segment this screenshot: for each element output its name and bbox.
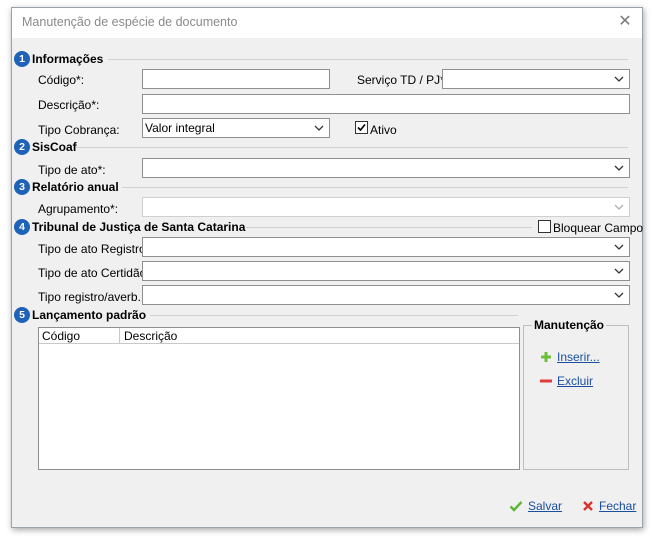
- codigo-label: Código*:: [38, 73, 85, 87]
- manutencao-group: Manutenção Inserir... Excluir: [523, 318, 629, 470]
- chevron-down-icon: [614, 244, 624, 250]
- chevron-down-icon: [614, 204, 624, 210]
- checkmark-icon: [509, 501, 523, 512]
- ativo-label: Ativo: [370, 123, 397, 137]
- inserir-label: Inserir...: [557, 350, 600, 364]
- chevron-down-icon: [614, 165, 624, 171]
- section-number-badge: 2: [14, 139, 30, 155]
- codigo-input[interactable]: [142, 69, 330, 89]
- close-icon[interactable]: ✕: [616, 13, 634, 31]
- servico-label: Serviço TD / PJ*:: [357, 73, 449, 87]
- chevron-down-icon: [614, 292, 624, 298]
- descricao-label: Descrição*:: [38, 98, 100, 112]
- agrupamento-select[interactable]: [142, 197, 630, 217]
- tipo-ato-label: Tipo de ato*:: [38, 163, 106, 177]
- section-divider: [150, 315, 518, 316]
- descricao-input[interactable]: [142, 94, 630, 114]
- ativo-checkbox[interactable]: [355, 121, 368, 134]
- section-siscoaf-header: 2 SisCoaf: [14, 139, 77, 155]
- chevron-down-icon: [614, 76, 624, 82]
- title-bar: Manutenção de espécie de documento ✕: [12, 8, 642, 38]
- section-number-badge: 4: [14, 219, 30, 235]
- tipo-registro-averb-label: Tipo registro/averb.:: [38, 290, 145, 304]
- section-title: Tribunal de Justiça de Santa Catarina: [32, 220, 246, 234]
- section-divider: [246, 227, 532, 228]
- lancamento-grid[interactable]: Código Descrição: [38, 327, 520, 470]
- chevron-down-icon: [314, 125, 324, 131]
- dialog-window: Manutenção de espécie de documento ✕ 1 I…: [11, 7, 643, 528]
- tipo-cobranca-value: Valor integral: [145, 121, 215, 135]
- checkmark-icon: [357, 123, 366, 132]
- section-number-badge: 3: [14, 179, 30, 195]
- excluir-button[interactable]: Excluir: [540, 374, 593, 388]
- fechar-button[interactable]: Fechar: [582, 499, 636, 513]
- column-header-codigo[interactable]: Código: [42, 329, 80, 343]
- section-number-badge: 5: [14, 307, 30, 323]
- x-icon: [583, 501, 593, 511]
- chevron-down-icon: [614, 268, 624, 274]
- section-lancamento-header: 5 Lançamento padrão: [14, 307, 146, 323]
- agrupamento-label: Agrupamento*:: [38, 202, 119, 216]
- window-title: Manutenção de espécie de documento: [22, 15, 238, 29]
- section-title: Relatório anual: [32, 180, 119, 194]
- bloquear-checkbox[interactable]: [538, 220, 551, 233]
- plus-icon: [541, 352, 551, 362]
- excluir-label: Excluir: [557, 374, 594, 388]
- manutencao-title: Manutenção: [532, 318, 607, 332]
- section-number-badge: 1: [14, 51, 30, 67]
- inserir-button[interactable]: Inserir...: [540, 350, 600, 364]
- section-informacoes-header: 1 Informações: [14, 51, 103, 67]
- tipo-cobranca-select[interactable]: Valor integral: [142, 118, 330, 138]
- salvar-button[interactable]: Salvar: [509, 499, 562, 513]
- tipo-ato-registro-select[interactable]: [142, 237, 630, 257]
- column-separator: [119, 328, 120, 344]
- tipo-ato-select[interactable]: [142, 158, 630, 178]
- bloquear-label: Bloquear Campo: [553, 221, 644, 235]
- section-divider: [122, 187, 628, 188]
- section-divider: [76, 147, 628, 148]
- tipo-ato-certidao-select[interactable]: [142, 261, 630, 281]
- minus-icon: [540, 379, 552, 383]
- salvar-label: Salvar: [528, 499, 563, 513]
- section-title: SisCoaf: [32, 140, 77, 154]
- section-title: Informações: [32, 52, 104, 66]
- section-relatorio-header: 3 Relatório anual: [14, 179, 119, 195]
- section-title: Lançamento padrão: [32, 308, 147, 322]
- column-header-descricao[interactable]: Descrição: [124, 329, 177, 343]
- fechar-label: Fechar: [599, 499, 637, 513]
- section-divider: [108, 59, 628, 60]
- servico-select[interactable]: [442, 69, 630, 89]
- tipo-ato-registro-label: Tipo de ato Registro:: [38, 242, 149, 256]
- tipo-ato-certidao-label: Tipo de ato Certidão:: [38, 266, 150, 280]
- tipo-cobranca-label: Tipo Cobrança:: [38, 123, 120, 137]
- tipo-registro-averb-select[interactable]: [142, 285, 630, 305]
- grid-header: Código Descrição: [39, 328, 519, 344]
- section-tribunal-header: 4 Tribunal de Justiça de Santa Catarina: [14, 219, 245, 235]
